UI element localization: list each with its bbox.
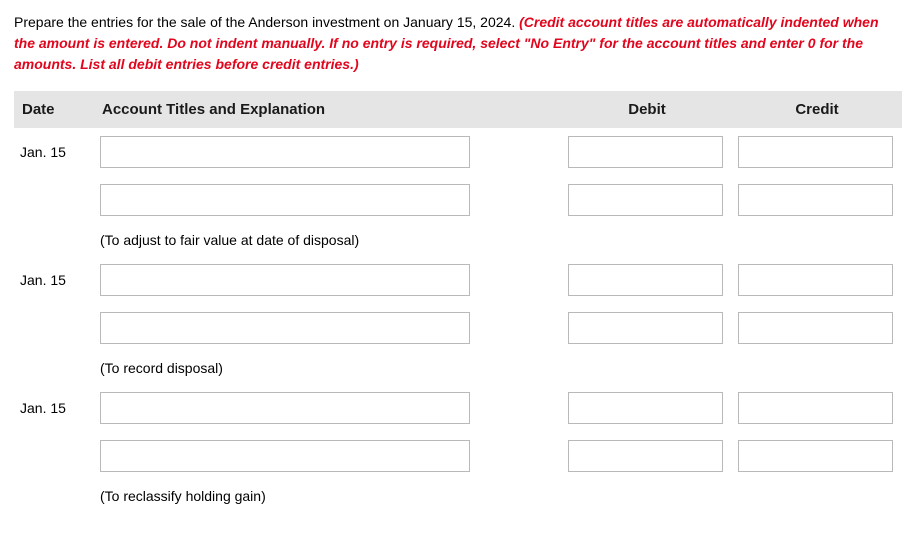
table-row [14,432,902,480]
date-cell [14,432,94,480]
account-title-input[interactable] [100,264,470,296]
account-title-input[interactable] [100,136,470,168]
date-cell [14,480,94,512]
debit-input[interactable] [568,264,723,296]
credit-input[interactable] [738,184,893,216]
credit-input[interactable] [738,264,893,296]
credit-input[interactable] [738,136,893,168]
table-row [14,176,902,224]
debit-input[interactable] [568,392,723,424]
date-cell: Jan. 15 [14,256,94,304]
header-debit: Debit [562,91,732,128]
table-row: Jan. 15 [14,256,902,304]
date-cell [14,224,94,256]
date-cell [14,176,94,224]
account-title-input[interactable] [100,184,470,216]
debit-input[interactable] [568,440,723,472]
header-credit: Credit [732,91,902,128]
credit-input[interactable] [738,392,893,424]
explanation-text: (To adjust to fair value at date of disp… [94,224,902,256]
table-row: (To record disposal) [14,352,902,384]
question-prompt: Prepare the entries for the sale of the … [14,12,902,75]
date-cell: Jan. 15 [14,128,94,176]
date-cell [14,352,94,384]
debit-input[interactable] [568,312,723,344]
table-row: Jan. 15 [14,128,902,176]
account-title-input[interactable] [100,440,470,472]
explanation-text: (To reclassify holding gain) [94,480,902,512]
debit-input[interactable] [568,184,723,216]
account-title-input[interactable] [100,392,470,424]
credit-input[interactable] [738,312,893,344]
table-row: (To reclassify holding gain) [14,480,902,512]
table-row: Jan. 15 [14,384,902,432]
date-cell [14,304,94,352]
journal-entry-table: Date Account Titles and Explanation Debi… [14,91,902,512]
prompt-text: Prepare the entries for the sale of the … [14,14,519,30]
header-account: Account Titles and Explanation [94,91,562,128]
date-cell: Jan. 15 [14,384,94,432]
debit-input[interactable] [568,136,723,168]
explanation-text: (To record disposal) [94,352,902,384]
table-row: (To adjust to fair value at date of disp… [14,224,902,256]
header-date: Date [14,91,94,128]
account-title-input[interactable] [100,312,470,344]
table-row [14,304,902,352]
credit-input[interactable] [738,440,893,472]
